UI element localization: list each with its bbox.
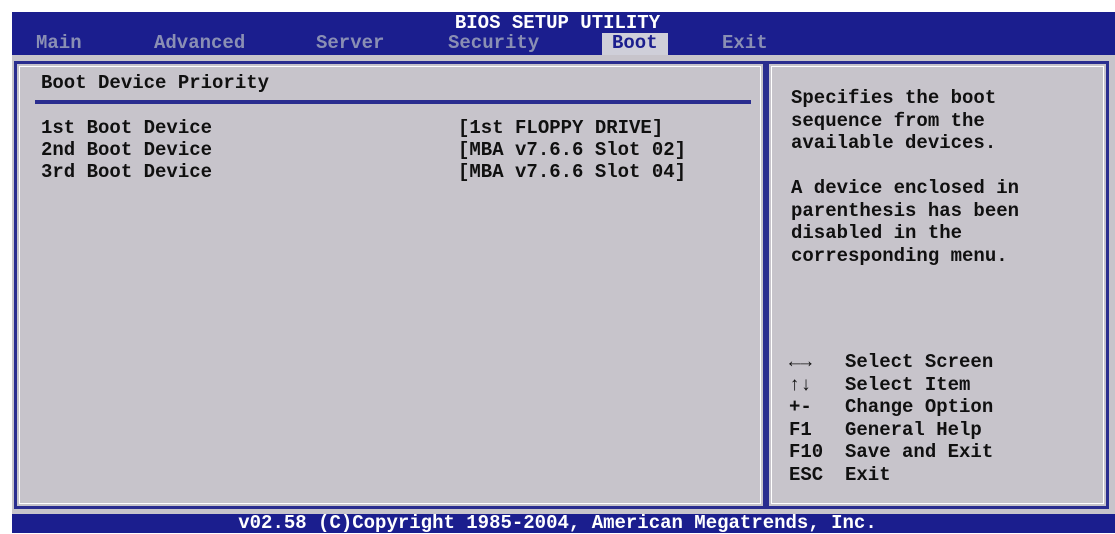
legend-key: F10 [789,441,824,463]
legend-change-option: +- Change Option [789,396,993,419]
tab-security[interactable]: Security [448,33,539,55]
key-legend: ←→ Select Screen ↑↓ Select Item +- Change O… [789,351,993,486]
legend-desc: Exit [845,463,891,486]
help-text: Specifies the boot sequence from the ava… [791,87,1020,267]
legend-key: F1 [789,418,812,441]
boot-device-row-2[interactable]: 2nd Boot Device [MBA v7.6.6 Slot 02] [41,139,686,161]
legend-desc: Save and Exit [845,441,994,463]
tab-boot[interactable]: Boot [602,33,668,55]
legend-desc: Select Item [845,373,971,396]
legend-save-exit: F10 Save and Exit [789,441,993,464]
legend-key: ESC [789,463,824,486]
tab-server[interactable]: Server [316,33,384,55]
section-divider [35,100,751,104]
left-right-arrows-icon: ←→ [789,351,812,373]
boot-device-value[interactable]: [MBA v7.6.6 Slot 02] [458,139,686,161]
legend-select-screen: ←→ Select Screen [789,351,993,374]
legend-general-help: F1 General Help [789,419,993,442]
bios-screen: BIOS SETUP UTILITY Main Advanced Server … [0,0,1115,533]
boot-device-label: 2nd Boot Device [41,139,213,161]
boot-device-label: 3rd Boot Device [41,161,213,183]
legend-select-item: ↑↓ Select Item [789,374,993,397]
legend-key: +- [789,396,812,418]
boot-device-value[interactable]: [1st FLOPPY DRIVE] [458,117,663,139]
tab-exit[interactable]: Exit [722,33,768,55]
app-title: BIOS SETUP UTILITY [454,12,661,34]
legend-exit: ESC Exit [789,464,993,487]
copyright-text: v02.58 (C)Copyright 1985-2004, American … [238,512,877,534]
legend-desc: General Help [845,418,982,441]
legend-desc: Change Option [845,396,994,418]
boot-device-row-1[interactable]: 1st Boot Device [1st FLOPPY DRIVE] [41,117,663,139]
up-down-arrows-icon: ↑↓ [789,373,812,396]
boot-device-value[interactable]: [MBA v7.6.6 Slot 04] [458,161,686,183]
legend-desc: Select Screen [845,351,994,373]
boot-device-label: 1st Boot Device [41,117,213,139]
tab-advanced[interactable]: Advanced [154,33,245,55]
boot-device-row-3[interactable]: 3rd Boot Device [MBA v7.6.6 Slot 04] [41,161,686,183]
section-title: Boot Device Priority [41,72,270,94]
tab-main[interactable]: Main [36,33,82,55]
